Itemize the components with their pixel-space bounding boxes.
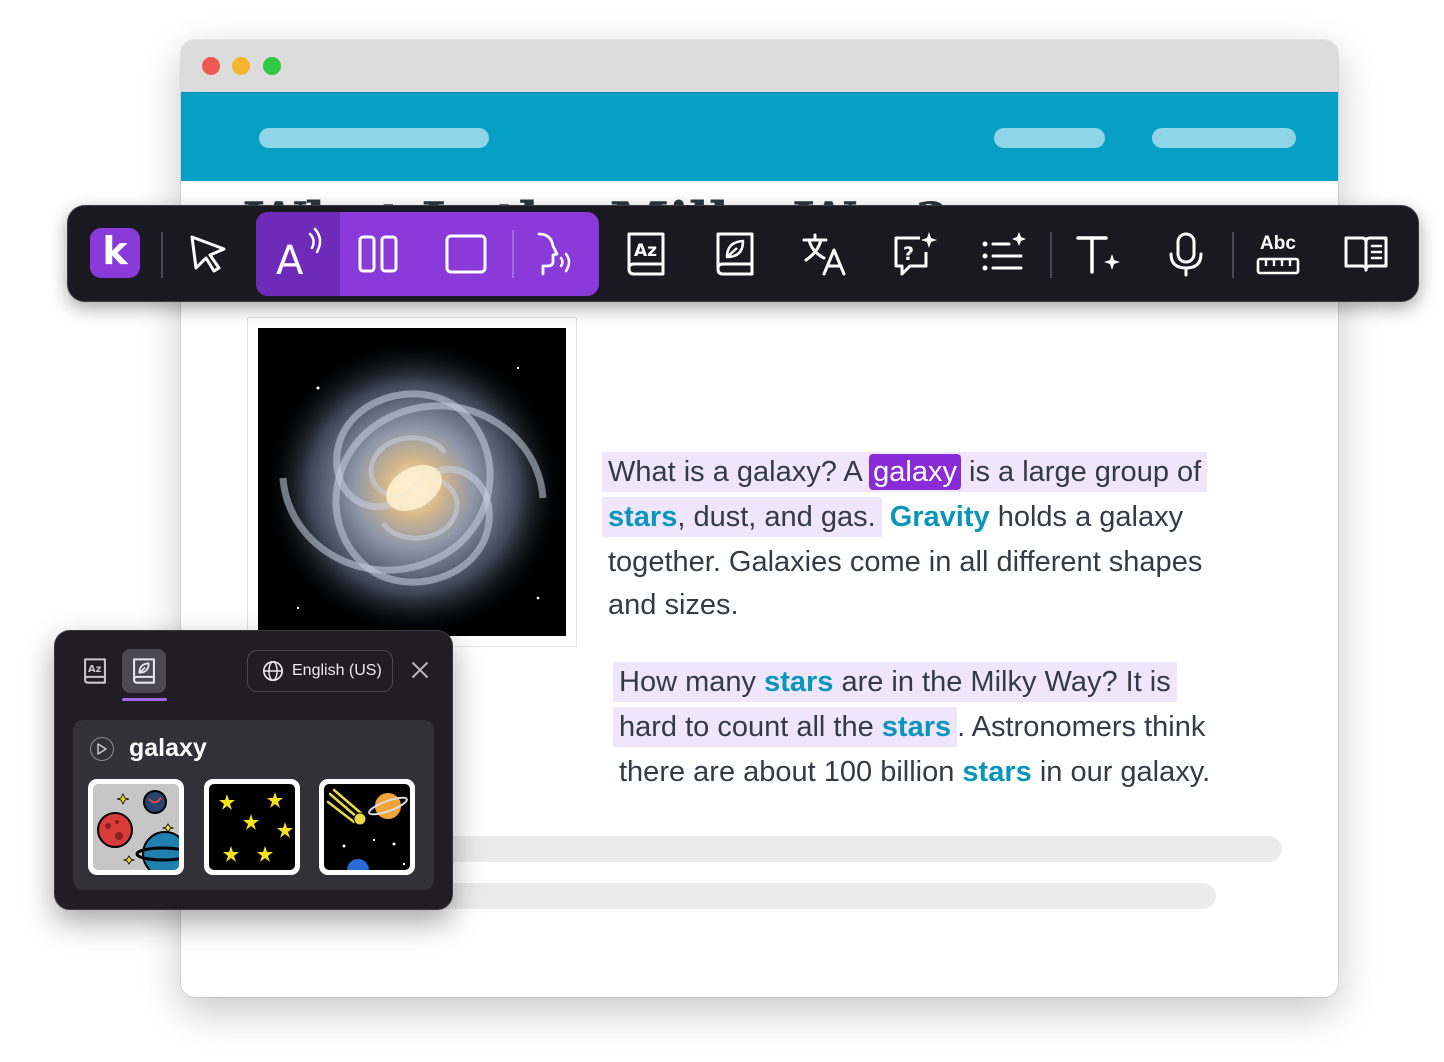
globe-icon [263,661,283,681]
text-line: together. Galaxies come in all different… [608,546,1203,578]
spell-check-button[interactable]: Abc [1252,206,1304,301]
dictation-button[interactable] [1162,206,1210,301]
picture-planets[interactable] [88,779,184,875]
select-pointer-button[interactable] [180,206,236,301]
maximize-window-button[interactable] [263,57,281,75]
nav-link-placeholder[interactable] [1152,128,1296,148]
picture-book-icon [133,658,155,684]
text-span: holds a galaxy [997,501,1184,533]
language-label: English (US) [292,662,382,679]
keyword-link[interactable]: Gravity [890,501,990,533]
cursor-icon [190,235,226,272]
toolbar-divider [1050,232,1052,278]
keyword-link[interactable]: stars [764,666,833,698]
speaking-head-icon [537,232,571,276]
read-aloud-highlight: What is a galaxy? A galaxy is a large gr… [602,452,1208,492]
close-icon [412,662,428,678]
play-icon [97,743,107,755]
word-card: galaxy [73,720,434,890]
square-frame-icon [445,234,487,274]
text-span: in our galaxy. [1039,756,1211,788]
picture-dictionary-button[interactable] [713,206,757,301]
paragraph-2: How many stars are in the Milky Way? It … [613,660,1210,795]
svg-text:A: A [276,238,304,284]
toolbar-divider [1232,232,1234,278]
paragraph-1: What is a galaxy? A galaxy is a large gr… [602,450,1208,625]
picture-dictionary-popup: Az English (US) galaxy [54,630,453,910]
text-span: What is a galaxy? A [608,456,862,488]
logo-letter: k [102,229,128,273]
reader-mode-button[interactable] [1342,206,1390,301]
window-titlebar [181,40,1338,92]
ask-question-button[interactable]: ? [890,206,938,301]
app-logo-button[interactable]: k [90,228,140,278]
text-span: are in the Milky Way? It is [841,666,1171,698]
dictionary-button[interactable]: Az [624,206,668,301]
toolbar-divider [161,232,163,278]
active-tab-indicator [122,698,167,701]
read-aloud-group: A [256,212,599,296]
dictionary-word: galaxy [129,734,207,762]
columns-view-button[interactable] [356,232,400,281]
group-divider [512,230,514,278]
translate-button[interactable] [800,206,848,301]
tab-picture-dictionary[interactable] [122,649,166,693]
question-bubble-icon: ? [894,231,937,275]
keyword-link[interactable]: stars [608,501,677,533]
milky-way-image [258,328,566,636]
read-aloud-highlight: hard to count all the stars [613,707,958,747]
voice-speech-button[interactable] [531,230,579,283]
text-style-button[interactable] [1074,206,1122,301]
text-span: How many [619,666,756,698]
dictionary-book-icon: Az [627,232,665,275]
read-aloud-highlight: stars, dust, and gas. [602,497,882,537]
picture-stars[interactable] [204,779,300,875]
picture-comet-and-planet[interactable] [319,779,415,875]
ruler-icon [1256,257,1300,274]
text-span: is a large group of [969,456,1202,488]
sparkle-list-icon [982,231,1026,270]
reading-toolbar: k A Az ? Abc [67,205,1419,302]
text-line: and sizes. [608,589,739,621]
tab-dictionary[interactable]: Az [73,649,117,693]
text-span: . Astronomers think [957,711,1206,743]
text-span: , dust, and gas. [677,501,876,533]
language-selector[interactable]: English (US) [247,650,393,692]
text-line-placeholder [431,836,1282,862]
keyword-link[interactable]: stars [882,711,951,743]
dictionary-book-icon: Az [84,658,106,684]
abc-label: Abc [1260,232,1296,254]
text-span: there are about 100 billion [619,756,955,788]
close-popup-button[interactable] [405,655,435,685]
picture-book-icon [716,232,754,275]
screen-mask-button[interactable] [444,232,488,281]
svg-text:?: ? [903,243,914,265]
read-aloud-highlight: How many stars are in the Milky Way? It … [613,662,1177,702]
svg-text:Az: Az [88,664,102,675]
galaxy-image-frame [247,317,577,647]
columns-icon [358,235,398,273]
text-line-placeholder [431,883,1216,909]
keyword-link[interactable]: stars [962,756,1031,788]
svg-text:Az: Az [634,241,657,261]
ai-summary-button[interactable] [979,206,1027,301]
site-header [181,92,1338,181]
play-pronunciation-button[interactable] [90,737,114,761]
close-window-button[interactable] [202,57,220,75]
open-book-icon [1344,236,1388,271]
translate-icon [802,233,846,275]
selected-word[interactable]: galaxy [869,454,961,490]
text-span: hard to count all the [619,711,874,743]
read-aloud-button[interactable]: A [256,212,340,296]
comet-icon [326,788,408,870]
minimize-window-button[interactable] [232,57,250,75]
stars-icon [219,792,293,862]
site-logo-placeholder [259,128,489,148]
read-aloud-icon: A [276,227,322,284]
planets-icon [97,790,179,870]
nav-link-placeholder[interactable] [994,128,1105,148]
text-sparkle-icon [1076,235,1120,274]
microphone-icon [1169,232,1203,276]
